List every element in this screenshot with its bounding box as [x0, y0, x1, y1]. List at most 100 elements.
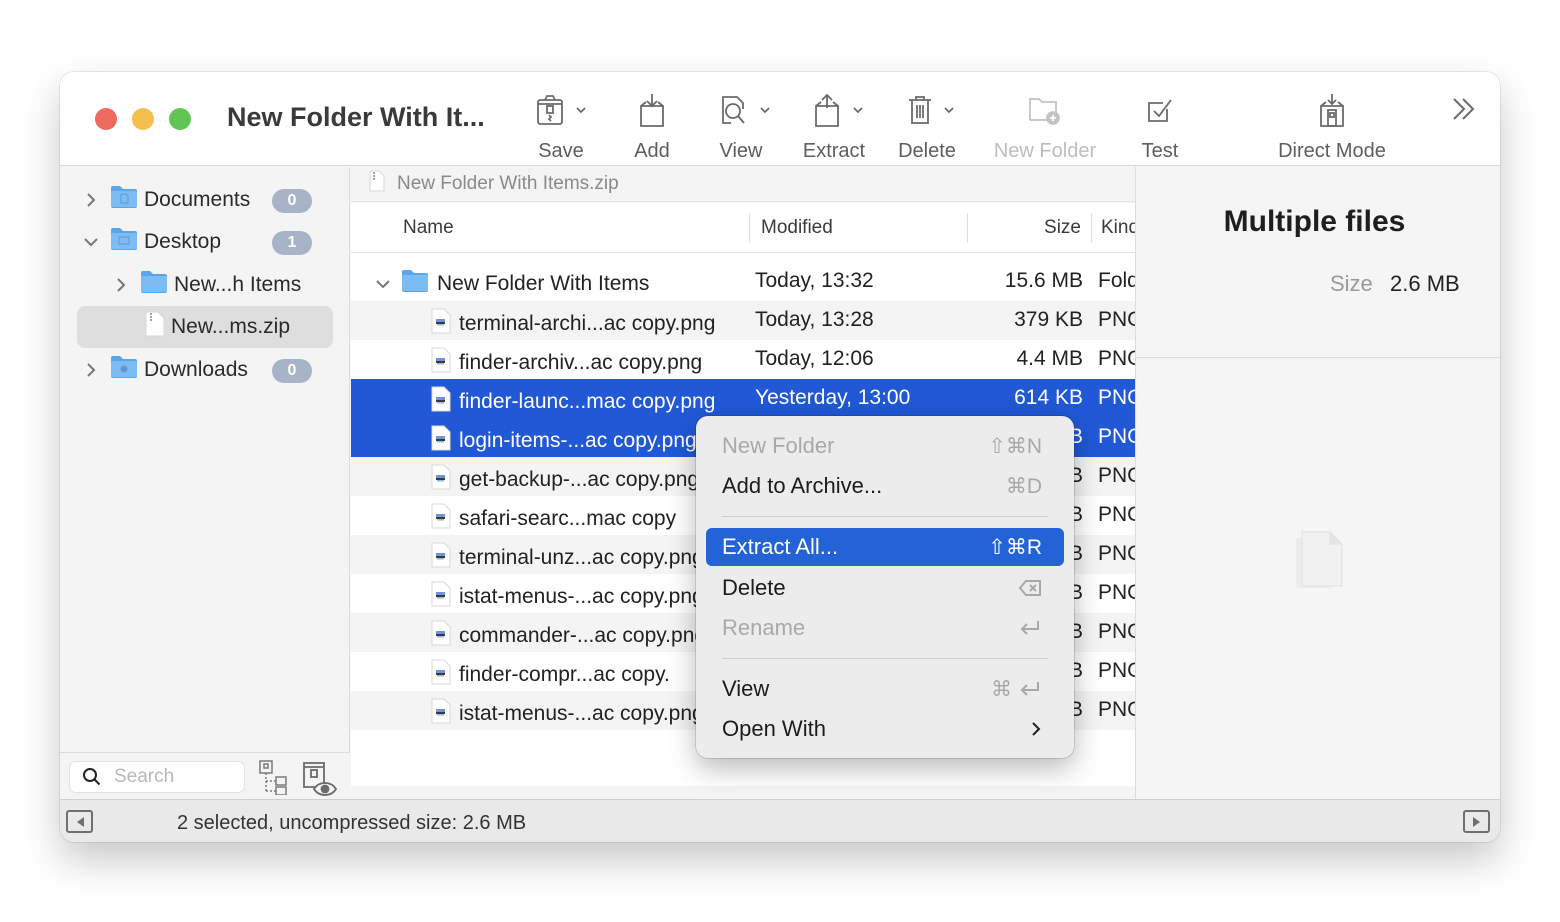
menu-item-add-to-archive[interactable]: Add to Archive... ⌘D	[706, 467, 1064, 505]
delete-label: Delete	[898, 140, 956, 162]
cell-size: 614 KB	[1014, 386, 1083, 409]
file-row[interactable]: finder-archiv...ac copy.png Today, 12:06 4…	[351, 340, 1135, 379]
cell-name: New Folder With Items	[375, 269, 649, 299]
column-header-size[interactable]: Size	[1044, 217, 1081, 239]
quick-look-button[interactable]	[300, 757, 340, 802]
archive-tree-button[interactable]	[258, 759, 290, 800]
cell-name: finder-launc...mac copy.png	[431, 386, 715, 418]
folder-icon	[140, 270, 168, 300]
cell-size: 4.4 MB	[1016, 347, 1083, 370]
view-label: View	[719, 140, 763, 162]
sidebar-item-label: New...h Items	[174, 273, 302, 296]
context-menu: New Folder ⇧⌘N Add to Archive... ⌘D Extr…	[696, 416, 1074, 758]
column-separator[interactable]	[749, 213, 750, 243]
new-folder-button[interactable]: New Folder	[990, 90, 1100, 162]
png-file-icon	[431, 464, 451, 496]
file-name: istat-menus-...ac copy.png	[459, 585, 704, 608]
disclosure-right-icon[interactable]	[80, 362, 102, 378]
menu-item-delete[interactable]: Delete	[706, 569, 1064, 607]
multiple-files-icon	[1294, 530, 1346, 597]
triangle-left-icon	[76, 816, 84, 827]
save-label: Save	[538, 140, 584, 162]
save-button[interactable]: Save	[530, 90, 592, 162]
cell-name: terminal-unz...ac copy.png	[431, 542, 704, 574]
cell-size: 379 KB	[1014, 308, 1083, 331]
close-button[interactable]	[95, 108, 117, 130]
direct-mode-label: Direct Mode	[1278, 140, 1386, 162]
file-row[interactable]: terminal-archi...ac copy.png Today, 13:28…	[351, 301, 1135, 340]
menu-item-label: Delete	[722, 575, 786, 600]
archive-tree-icon	[259, 760, 287, 796]
menu-item-open-with[interactable]: Open With	[706, 710, 1064, 748]
menu-item-rename[interactable]: Rename	[706, 609, 1064, 647]
cell-modified: Today, 13:28	[755, 308, 874, 331]
cell-kind: PNG	[1098, 581, 1135, 604]
cell-modified: Today, 13:32	[755, 269, 874, 292]
direct-mode-icon	[1320, 94, 1344, 127]
menu-item-new-folder[interactable]: New Folder ⇧⌘N	[706, 427, 1064, 465]
cell-modified: Today, 12:06	[755, 347, 874, 370]
sidebar-item-downloads[interactable]: Downloads 0	[80, 349, 320, 391]
file-row[interactable]: finder-launc...mac copy.png Yesterday, 13…	[351, 379, 1135, 418]
new-folder-label: New Folder	[993, 140, 1097, 162]
cell-size: 15.6 MB	[1004, 269, 1083, 292]
sidebar-item-documents[interactable]: Documents 0	[80, 179, 320, 221]
cell-kind: PNG	[1098, 542, 1135, 565]
extract-button[interactable]: Extract	[803, 90, 872, 162]
cell-kind: PNG	[1098, 503, 1135, 526]
toggle-info-panel-button[interactable]	[1463, 810, 1490, 833]
png-file-icon	[431, 698, 451, 730]
disclosure-down-icon[interactable]	[80, 237, 102, 247]
info-panel: Multiple files Size 2.6 MB	[1135, 167, 1500, 799]
menu-separator	[722, 516, 1048, 517]
info-size-value: 2.6 MB	[1390, 271, 1460, 296]
cell-name: commander-...ac copy.png	[431, 620, 706, 652]
cell-name: finder-archiv...ac copy.png	[431, 347, 702, 379]
menu-item-extract-all[interactable]: Extract All... ⇧⌘R	[706, 528, 1064, 566]
search-field[interactable]	[69, 761, 245, 793]
sidebar-item-desktop[interactable]: Desktop 1	[80, 221, 320, 263]
extract-box-icon	[815, 93, 839, 127]
info-size-label: Size	[1330, 271, 1373, 296]
cell-kind: PNG	[1098, 659, 1135, 682]
disclosure-right-icon[interactable]	[80, 192, 102, 208]
file-name: terminal-unz...ac copy.png	[459, 546, 704, 569]
cell-name: get-backup-...ac copy.png	[431, 464, 699, 496]
delete-button[interactable]: Delete	[898, 90, 962, 162]
toggle-sidebar-button[interactable]	[66, 810, 93, 833]
png-file-icon	[431, 308, 451, 340]
delete-backward-icon	[1018, 579, 1042, 597]
sidebar-item-label: Desktop	[144, 230, 222, 253]
menu-item-label: Rename	[722, 615, 806, 640]
sidebar-item-new-folder[interactable]: New...h Items	[110, 264, 330, 306]
file-name: finder-compr...ac copy.	[459, 663, 670, 686]
search-input[interactable]	[114, 766, 234, 788]
disclosure-right-icon[interactable]	[110, 277, 132, 293]
add-button[interactable]: Add	[628, 90, 676, 162]
file-name: safari-searc...mac copy	[459, 507, 677, 530]
column-separator[interactable]	[1091, 213, 1092, 243]
cell-name: login-items-...ac copy.png	[431, 425, 697, 457]
folder-row[interactable]: New Folder With Items Today, 13:32 15.6 MB…	[351, 262, 1135, 301]
column-header-modified[interactable]: Modified	[761, 217, 833, 239]
cell-name: safari-searc...mac copy	[431, 503, 676, 535]
file-name: login-items-...ac copy.png	[459, 429, 697, 452]
cell-kind: PNG	[1098, 620, 1135, 643]
downloads-folder-icon	[110, 355, 138, 385]
view-button[interactable]: View	[714, 90, 776, 162]
test-button[interactable]: Test	[1136, 90, 1184, 162]
zoom-button[interactable]	[169, 108, 191, 130]
extract-label: Extract	[802, 140, 866, 162]
sidebar-item-zip[interactable]: New...ms.zip	[77, 306, 333, 348]
minimize-button[interactable]	[132, 108, 154, 130]
direct-mode-button[interactable]: Direct Mode	[1272, 90, 1392, 162]
column-header-name[interactable]: Name	[403, 217, 454, 239]
view-magnifier-icon	[722, 96, 745, 124]
column-header-kind[interactable]: Kind	[1101, 217, 1135, 239]
toolbar-overflow-button[interactable]	[1450, 96, 1478, 127]
triangle-right-icon	[1472, 816, 1480, 827]
zip-file-icon	[369, 170, 385, 198]
menu-item-view[interactable]: View ⌘	[706, 670, 1064, 708]
column-separator[interactable]	[967, 213, 968, 243]
disclosure-down-icon[interactable]	[375, 279, 391, 289]
